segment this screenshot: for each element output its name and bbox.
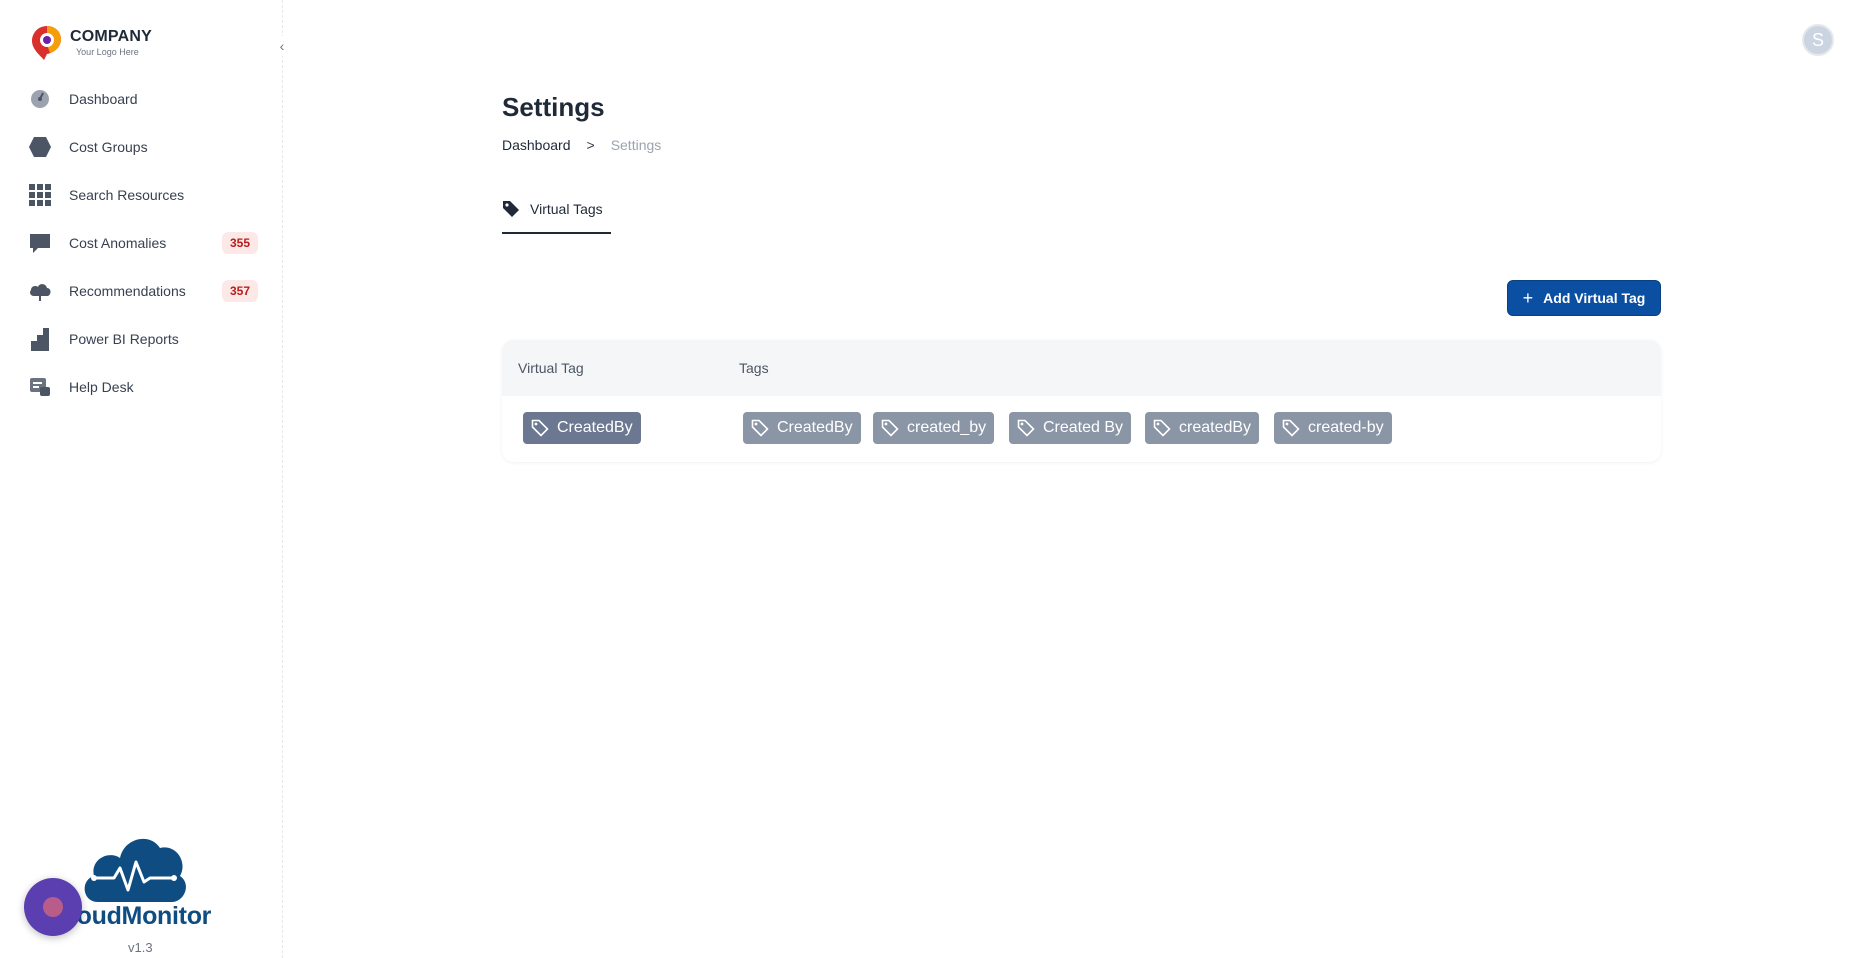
cloud-pulse-icon: [84, 838, 186, 902]
company-logo[interactable]: COMPANY Your Logo Here: [30, 24, 152, 62]
sidebar-item-label: Help Desk: [69, 379, 134, 395]
bar-chart-icon: [28, 327, 52, 351]
logo-name: COMPANY: [70, 28, 152, 45]
breadcrumb-dashboard-link[interactable]: Dashboard: [502, 137, 571, 153]
virtual-tag-chip[interactable]: CreatedBy: [523, 412, 641, 444]
chat-icon: [43, 897, 63, 917]
cloud-icon: [28, 279, 52, 303]
virtual-tag-name: CreatedBy: [557, 419, 633, 436]
tag-chip[interactable]: Created By: [1009, 412, 1132, 444]
sidebar-item-recommendations[interactable]: Recommendations 357: [28, 267, 260, 315]
gauge-icon: [28, 87, 52, 111]
sidebar-item-label: Cost Groups: [69, 139, 148, 155]
collapse-sidebar-button[interactable]: ‹: [272, 36, 292, 56]
user-avatar[interactable]: S: [1802, 24, 1834, 56]
add-virtual-tag-label: Add Virtual Tag: [1543, 290, 1646, 306]
tab-label: Virtual Tags: [530, 201, 603, 217]
sidebar-item-label: Cost Anomalies: [69, 235, 167, 251]
recommendations-count-badge: 357: [222, 280, 258, 302]
breadcrumb-separator: >: [586, 137, 595, 153]
settings-tabs: Virtual Tags: [502, 200, 611, 234]
sidebar-item-cost-groups[interactable]: Cost Groups: [28, 123, 260, 171]
chevron-left-icon: ‹: [279, 38, 285, 54]
sidebar: COMPANY Your Logo Here ‹ Dashboard Cost …: [0, 0, 292, 958]
tag-name: created_by: [907, 419, 987, 436]
page-title: Settings: [502, 92, 605, 122]
tag-outline-icon: [1153, 419, 1171, 437]
tag-outline-icon: [1282, 419, 1300, 437]
sidebar-item-power-bi-reports[interactable]: Power BI Reports: [28, 315, 260, 363]
virtual-tags-table: Virtual Tag Tags CreatedBy CreatedBy cre…: [502, 340, 1661, 462]
sidebar-item-label: Dashboard: [69, 91, 138, 107]
cloudmonitor-brand: loudMonitor: [70, 832, 230, 942]
brand-name: loudMonitor: [70, 902, 212, 930]
tag-outline-icon: [751, 419, 769, 437]
tag-chip[interactable]: created_by: [873, 412, 995, 444]
tag-chip[interactable]: CreatedBy: [743, 412, 861, 444]
logo-tagline: Your Logo Here: [76, 47, 139, 57]
logo-pin-icon: [32, 26, 61, 60]
sidebar-item-cost-anomalies[interactable]: Cost Anomalies 355: [28, 219, 260, 267]
anomalies-count-badge: 355: [222, 232, 258, 254]
tab-virtual-tags[interactable]: Virtual Tags: [502, 200, 611, 234]
table-row[interactable]: CreatedBy CreatedBy created_by Created B…: [502, 396, 1661, 462]
table-header: Virtual Tag Tags: [502, 340, 1661, 396]
grid-icon: [28, 183, 52, 207]
user-initial: S: [1811, 29, 1824, 50]
chat-icon: [28, 231, 52, 255]
tag-chip[interactable]: createdBy: [1145, 412, 1260, 444]
breadcrumb-current: Settings: [610, 137, 662, 153]
tag-outline-icon: [881, 419, 899, 437]
sidebar-item-label: Recommendations: [69, 283, 186, 299]
sidebar-item-help-desk[interactable]: Help Desk: [28, 363, 260, 411]
sidebar-item-label: Power BI Reports: [69, 331, 179, 347]
tag-outline-icon: [531, 419, 549, 437]
plus-icon: +: [1522, 288, 1534, 308]
column-header-tags: Tags: [739, 360, 769, 376]
sidebar-item-search-resources[interactable]: Search Resources: [28, 171, 260, 219]
tag-name: created-by: [1308, 419, 1384, 436]
sidebar-nav: Dashboard Cost Groups Search Resources C…: [28, 75, 260, 411]
breadcrumb: Dashboard > Settings: [502, 137, 661, 153]
tag-name: createdBy: [1179, 419, 1252, 436]
app-root: COMPANY Your Logo Here ‹ Dashboard Cost …: [0, 0, 1872, 958]
chat-launcher-button[interactable]: [24, 878, 82, 936]
add-virtual-tag-button[interactable]: + Add Virtual Tag: [1507, 280, 1661, 316]
help-desk-icon: [28, 375, 52, 399]
tag-name: CreatedBy: [777, 419, 853, 436]
column-header-virtual-tag: Virtual Tag: [518, 360, 584, 376]
tag-name: Created By: [1043, 419, 1124, 436]
hexagon-icon: [28, 135, 52, 159]
tag-chip[interactable]: created-by: [1274, 412, 1392, 444]
tag-icon: [503, 201, 519, 217]
sidebar-item-label: Search Resources: [69, 187, 185, 203]
app-version: v1.3: [128, 940, 153, 955]
tag-outline-icon: [1017, 419, 1035, 437]
sidebar-item-dashboard[interactable]: Dashboard: [28, 75, 260, 123]
